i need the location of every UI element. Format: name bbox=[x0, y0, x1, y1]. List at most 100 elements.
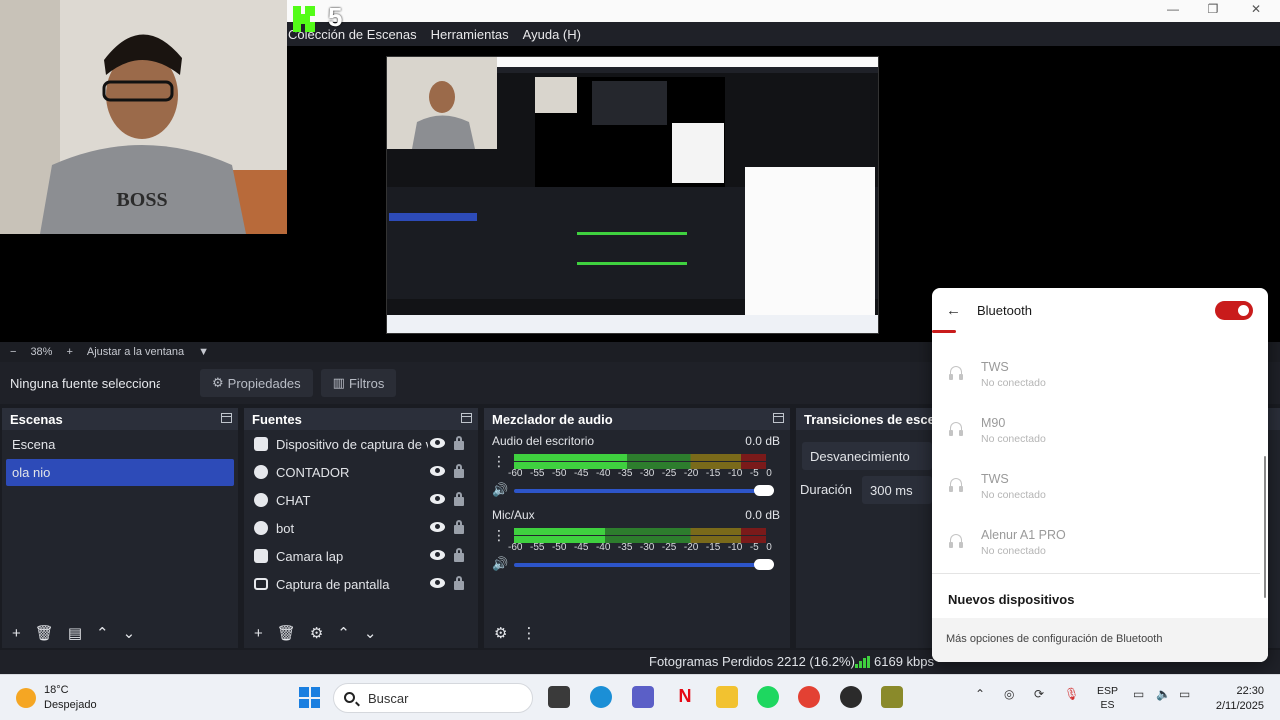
meter-tick-label: -60 bbox=[508, 542, 523, 553]
filters-button[interactable]: ▥ Filtros bbox=[320, 369, 397, 397]
task-view-icon[interactable] bbox=[548, 686, 570, 708]
duration-label: Duración bbox=[800, 482, 853, 497]
eye-icon[interactable] bbox=[430, 578, 445, 588]
source-item[interactable]: CONTADOR bbox=[244, 458, 478, 486]
source-item[interactable]: CHAT bbox=[244, 486, 478, 514]
eye-icon[interactable] bbox=[430, 522, 445, 532]
bluetooth-toggle[interactable] bbox=[1215, 301, 1253, 320]
volume-icon[interactable]: 🔈 bbox=[1156, 687, 1171, 701]
tray-app-icon[interactable]: ◎ bbox=[1004, 687, 1014, 701]
undock-icon[interactable] bbox=[773, 413, 784, 423]
chevron-up-icon[interactable]: ⌃ bbox=[337, 624, 350, 642]
microphone-icon[interactable]: 🎙 bbox=[1064, 687, 1079, 701]
taskbar-search[interactable]: Buscar bbox=[333, 683, 533, 713]
trash-icon[interactable]: 🗑 bbox=[35, 624, 54, 642]
speaker-icon[interactable]: 🔊 bbox=[492, 556, 508, 572]
lock-icon[interactable] bbox=[454, 548, 464, 562]
menu-tools[interactable]: Herramientas bbox=[431, 27, 509, 42]
device-name: TWS bbox=[981, 360, 1009, 374]
windows-start-icon[interactable] bbox=[299, 687, 320, 708]
lock-icon[interactable] bbox=[454, 520, 464, 534]
chevron-down-icon[interactable]: ⌄ bbox=[123, 624, 136, 642]
bluetooth-device[interactable]: Alenur A1 PRO No conectado bbox=[949, 528, 1240, 568]
scrollbar[interactable] bbox=[1264, 456, 1266, 598]
edge-icon[interactable] bbox=[590, 686, 612, 708]
source-item[interactable]: Camara lap bbox=[244, 542, 478, 570]
maximize-icon[interactable]: ❐ bbox=[1203, 2, 1223, 16]
mixer-settings-icon[interactable]: ⚙ bbox=[494, 624, 507, 642]
eye-icon[interactable] bbox=[430, 494, 445, 504]
chrome-icon[interactable] bbox=[798, 686, 820, 708]
source-item[interactable]: Dispositivo de captura de video bbox=[244, 430, 478, 458]
more-options-icon[interactable]: ⋮ bbox=[521, 624, 536, 642]
more-options-icon[interactable]: ⋮ bbox=[492, 528, 506, 542]
source-item[interactable]: bot bbox=[244, 514, 478, 542]
weather-widget[interactable]: 18°C Despejado bbox=[16, 683, 97, 713]
search-placeholder: Buscar bbox=[368, 690, 409, 706]
new-devices-button[interactable]: Nuevos dispositivos bbox=[948, 592, 1074, 607]
menu-help[interactable]: Ayuda (H) bbox=[523, 27, 581, 42]
volume-slider-handle[interactable] bbox=[754, 485, 774, 496]
chevron-up-icon[interactable]: ⌃ bbox=[96, 624, 109, 642]
bluetooth-device[interactable]: TWS No conectado bbox=[949, 472, 1240, 512]
lock-icon[interactable] bbox=[454, 436, 464, 450]
active-indicator bbox=[932, 330, 956, 333]
volume-slider-handle[interactable] bbox=[754, 559, 774, 570]
spotify-icon[interactable] bbox=[757, 686, 779, 708]
chevron-down-icon[interactable]: ⌄ bbox=[364, 624, 377, 642]
device-name: M90 bbox=[981, 416, 1006, 430]
language-indicator[interactable]: ESP ES bbox=[1097, 684, 1118, 712]
browser-icon bbox=[254, 465, 268, 479]
add-icon[interactable]: + bbox=[254, 625, 263, 642]
eye-icon[interactable] bbox=[430, 438, 445, 448]
lock-icon[interactable] bbox=[454, 464, 464, 478]
clock[interactable]: 22:30 2/11/2025 bbox=[1208, 684, 1264, 714]
chevron-down-icon[interactable]: ▼ bbox=[198, 346, 209, 358]
bluetooth-device[interactable]: M90 No conectado bbox=[949, 416, 1240, 456]
trash-icon[interactable]: 🗑 bbox=[277, 624, 296, 642]
stream-preview[interactable] bbox=[386, 56, 879, 334]
network-icon[interactable]: ▭ bbox=[1133, 687, 1144, 701]
sources-header: Fuentes bbox=[244, 408, 478, 430]
speaker-icon[interactable]: 🔊 bbox=[492, 482, 508, 498]
source-item[interactable]: Captura de pantalla bbox=[244, 570, 478, 598]
fit-window-button[interactable]: Ajustar a la ventana bbox=[87, 346, 184, 358]
date: 2/11/2025 bbox=[1215, 700, 1264, 712]
more-bluetooth-settings-link[interactable]: Más opciones de configuración de Bluetoo… bbox=[932, 618, 1268, 662]
bluetooth-device[interactable]: TWS No conectado bbox=[949, 360, 1240, 400]
obs-icon[interactable] bbox=[840, 686, 862, 708]
eye-icon[interactable] bbox=[430, 550, 445, 560]
duration-input[interactable]: 300 ms bbox=[862, 476, 932, 504]
scene-filter-icon[interactable]: ▤ bbox=[68, 624, 82, 642]
volume-slider[interactable] bbox=[514, 563, 766, 567]
back-arrow-icon[interactable]: ← bbox=[946, 302, 961, 319]
zoom-out-button[interactable]: − bbox=[10, 346, 16, 358]
folder-icon[interactable] bbox=[716, 686, 738, 708]
lock-icon[interactable] bbox=[454, 492, 464, 506]
add-icon[interactable]: + bbox=[12, 625, 21, 642]
lock-icon[interactable] bbox=[454, 576, 464, 590]
app-icon[interactable] bbox=[881, 686, 903, 708]
undock-icon[interactable] bbox=[461, 413, 472, 423]
channel-name: Mic/Aux bbox=[492, 508, 535, 522]
undock-icon[interactable] bbox=[221, 413, 232, 423]
scene-item[interactable]: Escena bbox=[6, 431, 234, 458]
minimize-icon[interactable]: — bbox=[1163, 2, 1183, 16]
bitrate: 6169 kbps bbox=[855, 654, 934, 669]
more-options-icon[interactable]: ⋮ bbox=[492, 454, 506, 468]
netflix-icon[interactable]: N bbox=[674, 686, 696, 708]
volume-slider[interactable] bbox=[514, 489, 766, 493]
gear-icon[interactable]: ⚙ bbox=[310, 624, 323, 642]
zoom-in-button[interactable]: + bbox=[66, 346, 72, 358]
sync-icon[interactable]: ⟳ bbox=[1034, 687, 1044, 701]
transition-select[interactable]: Desvanecimiento bbox=[802, 442, 932, 470]
battery-icon[interactable]: ▭ bbox=[1179, 687, 1190, 701]
scene-item-selected[interactable]: ola nio bbox=[6, 459, 234, 486]
meter-tick-label: -35 bbox=[617, 542, 633, 553]
teams-icon[interactable] bbox=[632, 686, 654, 708]
chevron-up-icon[interactable]: ⌃ bbox=[975, 687, 985, 701]
close-icon[interactable]: ✕ bbox=[1246, 2, 1266, 16]
properties-button[interactable]: ⚙ Propiedades bbox=[200, 369, 313, 397]
headphones-icon bbox=[949, 534, 963, 548]
eye-icon[interactable] bbox=[430, 466, 445, 476]
